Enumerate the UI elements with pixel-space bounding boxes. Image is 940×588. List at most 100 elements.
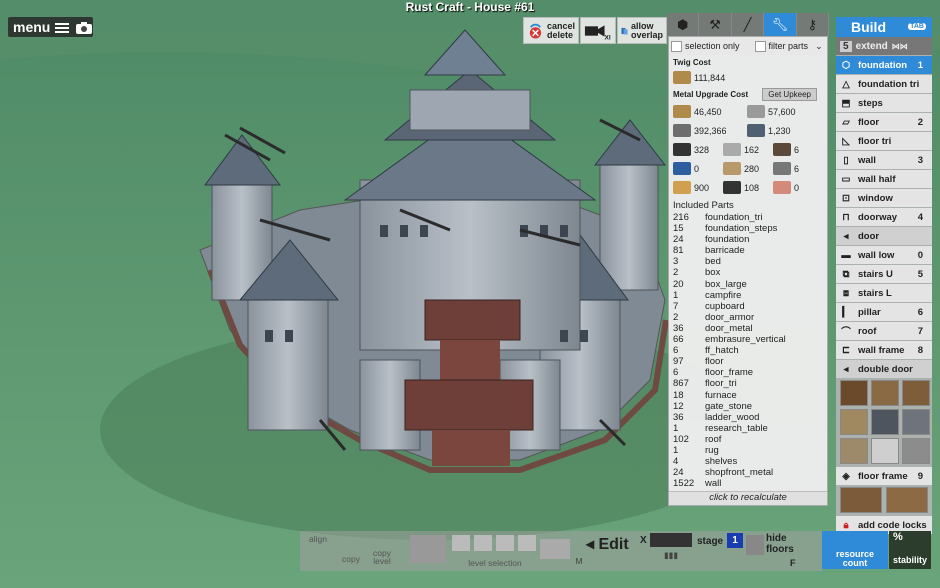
edit-field[interactable] <box>650 533 692 547</box>
build-item-stairs-u[interactable]: ⧉ stairs U 5 <box>836 265 932 283</box>
door-thumb[interactable] <box>840 409 868 435</box>
align-button[interactable]: align <box>304 535 332 544</box>
edit-button[interactable]: ◂ Edit <box>586 534 629 554</box>
build-item-stairs-l[interactable]: ⧈ stairs L <box>836 284 932 302</box>
resource-count-button[interactable]: resource count <box>822 531 888 569</box>
build-header[interactable]: Build TAB <box>836 17 932 37</box>
selection-only-checkbox[interactable] <box>671 40 682 52</box>
door-thumb[interactable] <box>902 409 930 435</box>
copy-level-button[interactable]: copy level <box>368 549 396 566</box>
copy-button[interactable]: copy <box>338 554 364 564</box>
build-item-label: floor <box>858 116 880 128</box>
part-row: 97 floor <box>673 356 827 367</box>
part-row: 1 campfire <box>673 290 827 301</box>
cost-panel: selection only filter parts ⌄ Twig Cost … <box>668 36 828 506</box>
build-item-foundation[interactable]: ⬡ foundation 1 <box>836 56 932 74</box>
part-count: 6 <box>673 345 679 357</box>
tool-tab-cube[interactable]: ⬢ <box>667 13 700 36</box>
part-name: foundation <box>705 234 750 246</box>
cancel-delete-button[interactable]: cancel delete <box>523 17 579 44</box>
hamburger-icon[interactable] <box>55 21 71 33</box>
stack-icon[interactable] <box>410 535 446 563</box>
part-name: barricade <box>705 245 745 257</box>
allow-overlap-button[interactable]: allow overlap <box>617 17 667 44</box>
build-item-floor-frame[interactable]: ◈ floor frame 9 <box>836 467 932 485</box>
part-count: 18 <box>673 389 684 401</box>
wall-half-icon: ▭ <box>841 173 851 185</box>
build-item-double-door[interactable]: ◂ double door <box>836 360 932 378</box>
build-item-floor[interactable]: ▱ floor 2 <box>836 113 932 131</box>
cost-item: 6 <box>769 162 819 175</box>
door-thumb[interactable] <box>840 438 868 464</box>
build-item-wall-half[interactable]: ▭ wall half <box>836 170 932 188</box>
extend-row[interactable]: 5 extend ⋈⋈ <box>836 37 932 55</box>
cost-value: 108 <box>744 182 760 193</box>
pickaxe-icon: ╱ <box>743 16 752 32</box>
door-thumb[interactable] <box>902 438 930 464</box>
build-item-foundation-tri[interactable]: △ foundation tri <box>836 75 932 93</box>
part-row: 36 door_metal <box>673 323 827 334</box>
chevron-down-icon[interactable]: ⌄ <box>815 41 823 52</box>
cube-icon[interactable] <box>496 535 514 551</box>
options-row: selection only filter parts ⌄ <box>669 37 827 55</box>
get-upkeep-button[interactable]: Get Upkeep <box>762 88 817 101</box>
floor-frame-thumb[interactable] <box>840 487 882 513</box>
filter-parts-checkbox[interactable] <box>754 40 766 52</box>
build-item-door[interactable]: ◂ door <box>836 227 932 245</box>
tool-tab-pickaxe[interactable]: ╱ <box>731 13 765 36</box>
twig-cost-value: 111,844 <box>694 72 726 83</box>
build-item-key: 8 <box>917 344 923 356</box>
part-name: rug <box>705 444 719 456</box>
build-item-label: roof <box>858 325 877 337</box>
hide-floors-button[interactable]: hide floors <box>766 533 794 555</box>
camera-mode-button[interactable]: XI <box>580 17 616 44</box>
part-name: gate_stone <box>705 400 753 412</box>
part-row: 1522 wall <box>673 478 827 489</box>
metal-upgrade-title: Metal Upgrade Cost <box>673 89 749 99</box>
recalculate-button[interactable]: click to recalculate <box>669 491 827 505</box>
cube-icon[interactable] <box>518 535 536 551</box>
menu-button[interactable]: menu <box>8 17 93 37</box>
tool-tab-key[interactable]: ⚷ <box>796 13 830 36</box>
part-name: foundation_steps <box>705 223 778 235</box>
build-item-roof[interactable]: ⌒ roof 7 <box>836 322 932 340</box>
door-thumb[interactable] <box>871 380 899 406</box>
build-item-wall-frame[interactable]: ⊏ wall frame 8 <box>836 341 932 359</box>
build-item-key: 1 <box>917 59 923 71</box>
door-thumb[interactable] <box>902 380 930 406</box>
camera-icon[interactable] <box>76 21 93 34</box>
door-thumb[interactable] <box>871 438 899 464</box>
part-row: 36 ladder_wood <box>673 412 827 423</box>
part-name: foundation_tri <box>705 212 763 223</box>
tool-tab-hammer[interactable]: ⚒ <box>699 13 732 36</box>
copy-label: copy <box>342 554 360 564</box>
build-item-label: pillar <box>858 306 881 318</box>
ramp-icon[interactable] <box>540 539 570 559</box>
cube-icon[interactable] <box>452 535 470 551</box>
floor-frame-thumb[interactable] <box>886 487 928 513</box>
part-row: 2 door_armor <box>673 312 827 323</box>
build-item-steps[interactable]: ⬒ steps <box>836 94 932 112</box>
stage-value[interactable]: 1 <box>727 533 743 548</box>
tool-tab-wrench[interactable]: 🔧︎ <box>764 13 797 36</box>
layers-icon[interactable] <box>746 535 764 555</box>
cost-value: 6 <box>794 144 800 155</box>
door-thumb[interactable] <box>840 380 868 406</box>
filter-parts-label: filter parts <box>768 41 809 51</box>
window-icon: ⊡ <box>842 192 850 204</box>
cost-row: 46,450 57,600 <box>669 102 827 121</box>
part-name: ff_hatch <box>705 345 739 357</box>
build-item-wall[interactable]: ▯ wall 3 <box>836 151 932 169</box>
cube-icon[interactable] <box>474 535 492 551</box>
build-item-wall-low[interactable]: ▬ wall low 0 <box>836 246 932 264</box>
door-thumb[interactable] <box>871 409 899 435</box>
build-item-floor-tri[interactable]: ◺ floor tri <box>836 132 932 150</box>
stability-button[interactable]: % stability <box>889 531 931 569</box>
build-item-window[interactable]: ⊡ window <box>836 189 932 207</box>
build-item-pillar[interactable]: ▎ pillar 6 <box>836 303 932 321</box>
floor-icon: ▱ <box>842 116 850 128</box>
extend-count: 5 <box>840 40 852 52</box>
lock-icons[interactable]: ▮▮▮ <box>650 551 692 565</box>
part-row: 6 floor_frame <box>673 367 827 378</box>
build-item-doorway[interactable]: ⊓ doorway 4 <box>836 208 932 226</box>
